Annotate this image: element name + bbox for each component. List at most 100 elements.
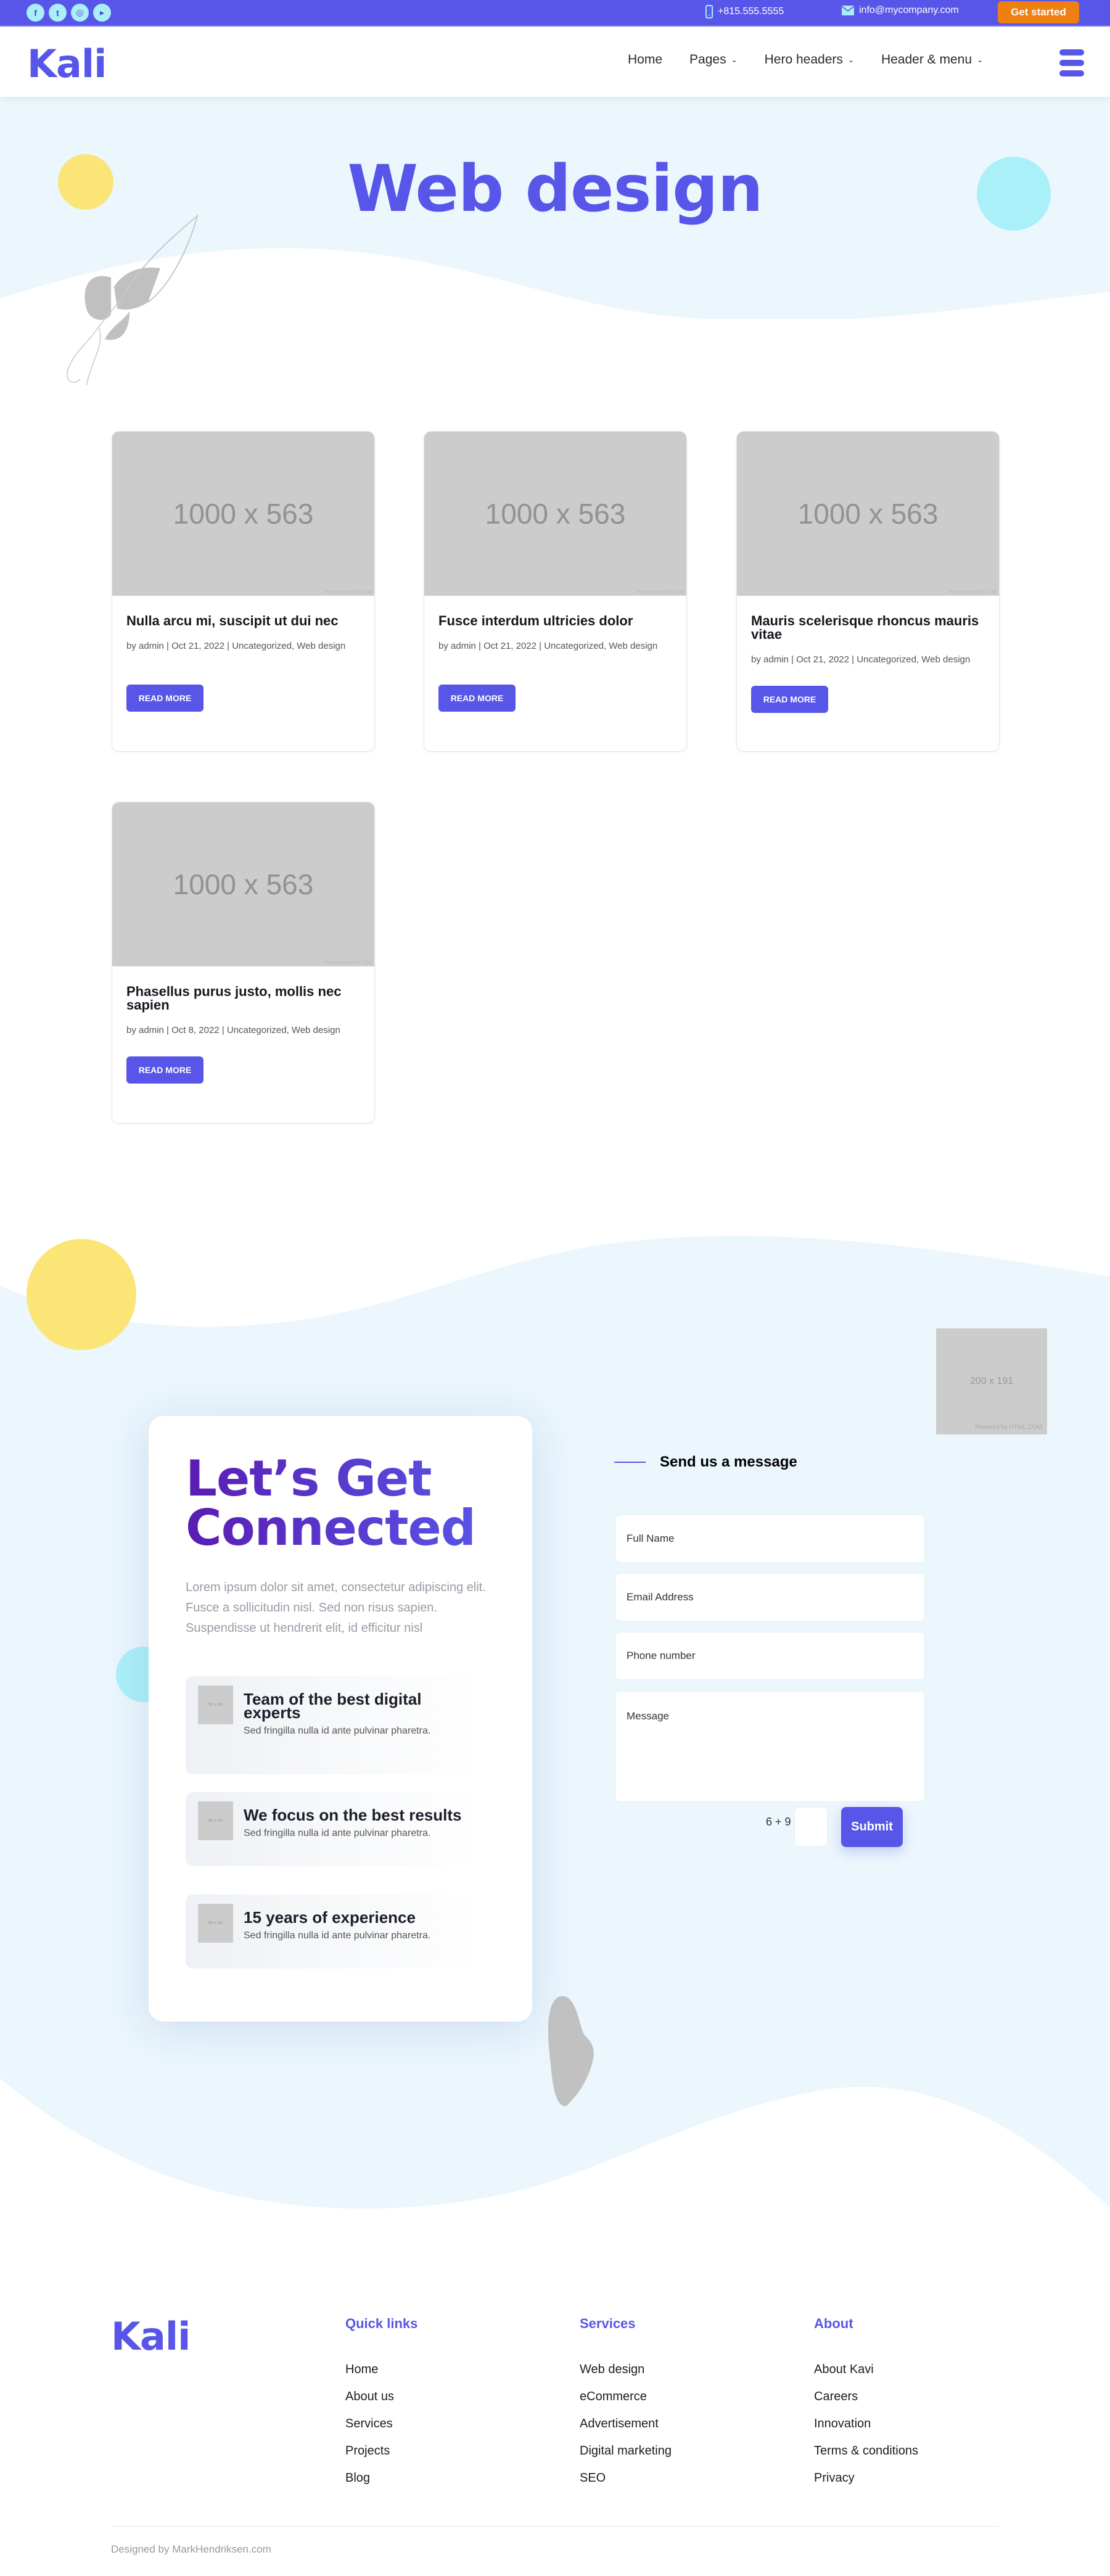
footer-link[interactable]: Terms & conditions <box>814 2444 918 2471</box>
contact-divider <box>709 6 710 20</box>
post-title[interactable]: Mauris scelerisque rhoncus mauris vitae <box>751 614 985 641</box>
post-meta: by admin | Oct 21, 2022 | Uncategorized,… <box>438 641 658 651</box>
post-thumbnail[interactable]: 1000 x 563 Powered by HTML.COM <box>424 432 686 596</box>
facebook-icon[interactable]: f <box>27 4 44 22</box>
footer-column-services: Services Web design eCommerce Advertisem… <box>580 2316 672 2498</box>
feature-image: 60 x 60 <box>198 1685 233 1724</box>
post-title[interactable]: Nulla arcu mi, suscipit ut dui nec <box>126 614 360 628</box>
feature-title: We focus on the best results <box>244 1806 462 1824</box>
feature-description: Sed fringilla nulla id ante pulvinar pha… <box>244 1726 431 1736</box>
submit-button[interactable]: Submit <box>841 1807 903 1847</box>
footer-link[interactable]: Home <box>345 2363 417 2390</box>
mail-icon <box>842 6 854 15</box>
feature-image: 60 x 60 <box>198 1801 233 1840</box>
thumbnail-label: 1000 x 563 <box>173 498 314 530</box>
phone-input[interactable]: Phone number <box>615 1632 925 1680</box>
thumbnail-label: 1000 x 563 <box>173 868 314 900</box>
read-more-button[interactable]: READ MORE <box>751 686 828 713</box>
post-card: 1000 x 563 Powered by HTML.COM Nulla arcu… <box>112 431 375 752</box>
feature-title: 15 years of experience <box>244 1908 416 1927</box>
nav-item-label: Home <box>628 52 663 67</box>
footer-column-title: Quick links <box>345 2316 418 2331</box>
nav-item-pages[interactable]: Pages ⌄ <box>689 52 738 67</box>
get-started-button[interactable]: Get started <box>998 1 1079 23</box>
post-meta: by admin | Oct 21, 2022 | Uncategorized,… <box>751 654 971 665</box>
post-title[interactable]: Phasellus purus justo, mollis nec sapien <box>126 985 360 1012</box>
heading-accent-line <box>614 1462 646 1463</box>
footer-link[interactable]: Digital marketing <box>580 2444 672 2471</box>
placeholder-credit: Powered by HTML.COM <box>975 1424 1042 1431</box>
twitter-icon[interactable]: t <box>49 4 67 22</box>
footer-link[interactable]: Blog <box>345 2471 417 2498</box>
feature-title: Team of the best digital experts <box>244 1690 422 1722</box>
footer-column-title: Services <box>580 2316 636 2331</box>
logo[interactable]: Kali <box>27 41 107 86</box>
chevron-down-icon: ⌄ <box>847 56 854 64</box>
footer-link[interactable]: Careers <box>814 2390 918 2417</box>
main-header: Kali Home Pages ⌄ Hero headers ⌄ Header & … <box>0 28 1110 97</box>
read-more-button[interactable]: READ MORE <box>438 685 516 712</box>
footer-link[interactable]: SEO <box>580 2471 672 2498</box>
footer-link[interactable]: Privacy <box>814 2471 918 2498</box>
social-links: f t ◎ ▸ <box>27 4 111 22</box>
post-thumbnail[interactable]: 1000 x 563 Powered by HTML.COM <box>112 432 374 596</box>
nav-item-home[interactable]: Home <box>628 52 662 67</box>
full-name-input[interactable]: Full Name <box>615 1515 925 1563</box>
chevron-down-icon: ⌄ <box>977 56 984 64</box>
read-more-button[interactable]: READ MORE <box>126 685 204 712</box>
hamburger-menu-icon[interactable] <box>1059 49 1084 76</box>
connect-title-line: Connected <box>186 1499 476 1557</box>
instagram-icon[interactable]: ◎ <box>71 4 89 22</box>
rocket-illustration <box>67 214 199 386</box>
read-more-button[interactable]: READ MORE <box>126 1056 204 1084</box>
feature-item: 60 x 60 We focus on the best results Sed … <box>186 1792 482 1866</box>
form-heading: Send us a message <box>614 1454 797 1471</box>
footer-column-quick-links: Quick links Home About us Services Proje… <box>345 2316 417 2498</box>
nav-item-label: Hero headers <box>764 52 843 67</box>
post-meta: by admin | Oct 8, 2022 | Uncategorized, … <box>126 1025 340 1035</box>
post-thumbnail[interactable]: 1000 x 563 Powered by HTML.COM <box>737 432 999 596</box>
captcha-input[interactable] <box>794 1807 828 1846</box>
footer-divider <box>111 2526 999 2527</box>
footer-link[interactable]: About Kavi <box>814 2363 918 2390</box>
phone-number: +815.555.5555 <box>718 6 784 17</box>
connect-card: Let’s Get Connected Lorem ipsum dolor sit… <box>149 1416 532 2022</box>
post-thumbnail[interactable]: 1000 x 563 Powered by HTML.COM <box>112 802 374 966</box>
feature-description: Sed fringilla nulla id ante pulvinar pha… <box>244 1828 431 1838</box>
footer-column-title: About <box>814 2316 853 2331</box>
thumbnail-label: 1000 x 563 <box>797 498 939 530</box>
phone-contact[interactable]: +815.555.5555 <box>705 5 784 19</box>
footer-link[interactable]: Services <box>345 2417 417 2444</box>
feature-item: 60 x 60 15 years of experience Sed fringi… <box>186 1895 482 1969</box>
message-textarea[interactable]: Message <box>615 1691 925 1802</box>
email-contact[interactable]: info@mycompany.com <box>842 5 959 16</box>
decorative-image-placeholder: 200 x 191 Powered by HTML.COM <box>936 1328 1047 1434</box>
top-bar: f t ◎ ▸ +815.555.5555 info@mycompany.com… <box>0 0 1110 27</box>
chevron-down-icon: ⌄ <box>731 56 738 64</box>
footer-link[interactable]: Projects <box>345 2444 417 2471</box>
feature-description: Sed fringilla nulla id ante pulvinar pha… <box>244 1930 431 1941</box>
connect-description: Lorem ipsum dolor sit amet, consectetur … <box>186 1581 486 1635</box>
nav-item-header-menu[interactable]: Header & menu ⌄ <box>881 52 983 67</box>
placeholder-label: 200 x 191 <box>969 1376 1014 1386</box>
connect-title: Let’s Get Connected <box>186 1454 495 1553</box>
main-nav: Home Pages ⌄ Hero headers ⌄ Header & menu ⌄ <box>628 52 1010 67</box>
nav-item-label: Header & menu <box>881 52 972 67</box>
email-input[interactable]: Email Address <box>615 1573 925 1621</box>
nav-item-hero-headers[interactable]: Hero headers ⌄ <box>765 52 854 67</box>
post-meta: by admin | Oct 21, 2022 | Uncategorized,… <box>126 641 346 651</box>
youtube-icon[interactable]: ▸ <box>93 4 111 22</box>
gray-blob-decoration <box>548 1996 594 2106</box>
footer-link[interactable]: Web design <box>580 2363 672 2390</box>
footer-link[interactable]: About us <box>345 2390 417 2417</box>
footer-link[interactable]: Advertisement <box>580 2417 672 2444</box>
thumbnail-credit: Powered by HTML.COM <box>949 590 997 595</box>
footer-credit[interactable]: Designed by MarkHendriksen.com <box>111 2543 271 2556</box>
footer-logo[interactable]: Kali <box>111 2314 191 2359</box>
thumbnail-credit: Powered by HTML.COM <box>324 590 372 595</box>
footer-link[interactable]: Innovation <box>814 2417 918 2444</box>
nav-item-label: Pages <box>689 52 726 67</box>
post-title[interactable]: Fusce interdum ultricies dolor <box>438 614 672 628</box>
connect-title-line: Let’s Get <box>186 1450 432 1507</box>
footer-link[interactable]: eCommerce <box>580 2390 672 2417</box>
